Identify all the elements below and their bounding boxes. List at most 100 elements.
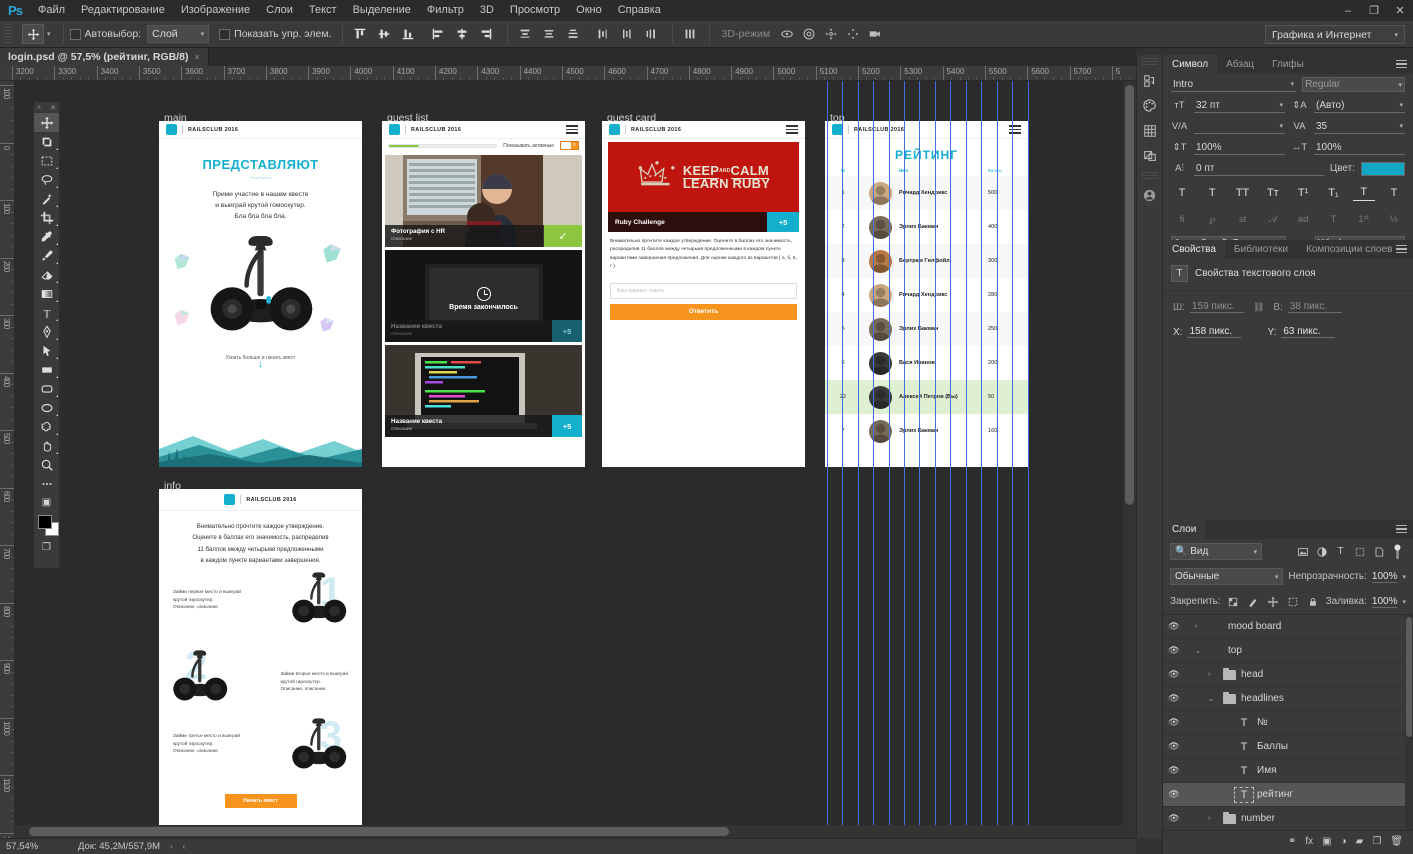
link-layers-icon[interactable]: ⚭ xyxy=(1288,836,1296,847)
quick-mask-tool[interactable]: ▣ xyxy=(34,493,59,512)
expand-chevron-icon[interactable]: › xyxy=(1208,671,1218,678)
font-style-button-7[interactable]: T xyxy=(1383,184,1405,201)
artboard-main[interactable]: RAILSCLUB 2016 ПРЕДСТАВЛЯЮТ 〜〜〜 Прими уч… xyxy=(159,121,362,467)
width-value[interactable]: 159 пикс. xyxy=(1189,301,1244,313)
opacity-value[interactable]: 100% xyxy=(1371,571,1398,583)
quest-card-item[interactable]: Время закончилось Название квеста Описан… xyxy=(385,250,582,342)
guide[interactable] xyxy=(1028,81,1029,838)
guide[interactable] xyxy=(873,81,874,838)
new-layer-icon[interactable]: ❐ xyxy=(1372,836,1381,847)
layer-list[interactable]: 👁 › mood board 👁 ⌄ top 👁 › head 👁 ⌄ headlines 👁 T № 👁 T Б… xyxy=(1163,614,1413,830)
baseline-shift-input[interactable]: 0 пт xyxy=(1194,161,1324,176)
options-grip[interactable] xyxy=(4,24,12,44)
text-tool[interactable]: T xyxy=(34,303,59,322)
lock-image-icon[interactable] xyxy=(1246,593,1261,610)
menu-item-6[interactable]: Фильтр xyxy=(419,0,472,21)
mask-icon[interactable]: ▣ xyxy=(1322,836,1331,847)
canvas-horizontal-scrollbar[interactable] xyxy=(15,825,1123,838)
layer-row[interactable]: 👁 T № xyxy=(1163,711,1413,735)
menu-item-2[interactable]: Изображение xyxy=(173,0,258,21)
panel-menu-icon[interactable] xyxy=(1396,60,1407,69)
fx-icon[interactable]: fx xyxy=(1305,836,1313,847)
leading-input[interactable]: (Авто) ▾ xyxy=(1314,98,1405,113)
swatches-grid-icon[interactable] xyxy=(1137,118,1162,143)
align-left-edges-icon[interactable] xyxy=(427,24,449,44)
adjustment-filter-icon[interactable] xyxy=(1313,543,1330,560)
expand-chevron-icon[interactable]: › xyxy=(1195,623,1205,630)
font-style-button-0[interactable]: T xyxy=(1171,184,1193,201)
layer-visibility-icon[interactable]: 👁 xyxy=(1163,669,1185,680)
tool-preset-chevron-icon[interactable]: ▾ xyxy=(47,30,51,38)
horizontal-ruler[interactable]: 3200 3300 3400 3500 3600 3700 3800 3900 4000 4100… xyxy=(0,66,1136,81)
link-icon[interactable]: ⛓ xyxy=(1253,302,1264,313)
expand-chevron-icon[interactable]: ⌄ xyxy=(1195,647,1205,655)
answer-input[interactable]: Ваш вариант ответа xyxy=(610,282,797,299)
quest-card-item[interactable]: Название квеста Описание +5 xyxy=(385,345,582,437)
artboard-info[interactable]: RAILSCLUB 2016 Внимательно прочтите кажд… xyxy=(159,489,362,829)
camera-3d-icon[interactable] xyxy=(864,24,886,44)
guide[interactable] xyxy=(919,81,920,838)
lock-position-icon[interactable] xyxy=(1266,593,1281,610)
path-selection-tool[interactable] xyxy=(34,341,59,360)
zoom-level[interactable]: 57,54% xyxy=(0,841,62,852)
ellipse-tool[interactable] xyxy=(34,398,59,417)
artboard-quest-list[interactable]: RAILSCLUB 2016 Показывать активные ≡ Фот… xyxy=(382,121,585,467)
lock-transparent-icon[interactable] xyxy=(1226,593,1241,610)
artboard-quest-card[interactable]: RAILSCLUB 2016 KEEPANDCALM LEARN RUBY Ru… xyxy=(602,121,805,467)
menu-item-5[interactable]: Выделение xyxy=(345,0,419,21)
menu-item-3[interactable]: Слои xyxy=(258,0,301,21)
layer-visibility-icon[interactable]: 👁 xyxy=(1163,645,1185,656)
align-horizontal-centers-icon[interactable] xyxy=(451,24,473,44)
rectangle-tool[interactable] xyxy=(34,360,59,379)
color-palette-icon[interactable] xyxy=(1137,93,1162,118)
submit-answer-button[interactable]: Ответить xyxy=(610,303,797,320)
new-group-icon[interactable]: ▰ xyxy=(1356,836,1364,847)
align-top-edges-icon[interactable] xyxy=(349,24,371,44)
font-style-button-3[interactable]: Tᴛ xyxy=(1262,184,1284,201)
screen-mode-tool[interactable]: ❐ xyxy=(34,538,59,557)
layer-list-scrollbar[interactable] xyxy=(1405,615,1413,830)
eyedropper-tool[interactable] xyxy=(34,227,59,246)
opentype-button-2[interactable]: st xyxy=(1232,211,1254,228)
expand-chevron-icon[interactable]: ⌄ xyxy=(1208,695,1218,703)
status-prev-icon[interactable]: ‹ xyxy=(173,842,186,851)
image-filter-icon[interactable] xyxy=(1294,543,1311,560)
gradient-tool[interactable] xyxy=(34,284,59,303)
panel-menu-icon[interactable] xyxy=(1396,525,1407,534)
move-tool[interactable] xyxy=(34,113,59,132)
opentype-button-5[interactable]: T xyxy=(1322,211,1344,228)
actions-icon[interactable] xyxy=(1137,183,1162,208)
pan-3d-icon[interactable] xyxy=(820,24,842,44)
layer-visibility-icon[interactable]: 👁 xyxy=(1163,621,1185,632)
start-quest-button[interactable]: Начать квест xyxy=(224,794,297,809)
layer-row[interactable]: 👁 › number xyxy=(1163,807,1413,830)
panel-menu-icon[interactable] xyxy=(1396,245,1407,254)
layer-row[interactable]: 👁 ⌄ headlines xyxy=(1163,687,1413,711)
guide[interactable] xyxy=(966,81,967,838)
tab-paragraph[interactable]: Абзац xyxy=(1217,55,1263,74)
menu-item-9[interactable]: Окно xyxy=(568,0,610,21)
expand-chevron-icon[interactable]: › xyxy=(1208,815,1218,822)
document-tab[interactable]: login.psd @ 57,5% (рейтинг, RGB/8) × xyxy=(0,48,209,66)
status-next-icon[interactable]: › xyxy=(160,842,173,851)
layer-row[interactable]: 👁 T Имя xyxy=(1163,759,1413,783)
guide[interactable] xyxy=(935,81,936,838)
layer-row[interactable]: 👁 ⌄ top xyxy=(1163,639,1413,663)
tab-properties[interactable]: Свойства xyxy=(1163,240,1225,259)
opentype-button-6[interactable]: 1ˢᵗ xyxy=(1353,211,1375,228)
guide[interactable] xyxy=(842,81,843,838)
layer-filter-select[interactable]: 🔍 Вид ▾ xyxy=(1170,543,1262,560)
tab-libraries[interactable]: Библиотеки xyxy=(1225,240,1297,259)
filter-toggle-switch[interactable] xyxy=(1389,543,1406,560)
close-button[interactable]: ✕ xyxy=(1387,0,1413,21)
rail-grip[interactable] xyxy=(1141,58,1158,65)
guide[interactable] xyxy=(904,81,905,838)
font-style-button-5[interactable]: T₁ xyxy=(1322,184,1344,201)
distribute-bottom-edges-icon[interactable] xyxy=(562,24,584,44)
font-style-select[interactable]: Regular ▾ xyxy=(1302,77,1405,92)
layer-visibility-icon[interactable]: 👁 xyxy=(1163,813,1185,824)
tool-preset-picker[interactable]: ▾ xyxy=(16,24,57,44)
menu-item-8[interactable]: Просмотр xyxy=(502,0,568,21)
lock-artboard-icon[interactable] xyxy=(1286,593,1301,610)
hand-tool[interactable] xyxy=(34,436,59,455)
